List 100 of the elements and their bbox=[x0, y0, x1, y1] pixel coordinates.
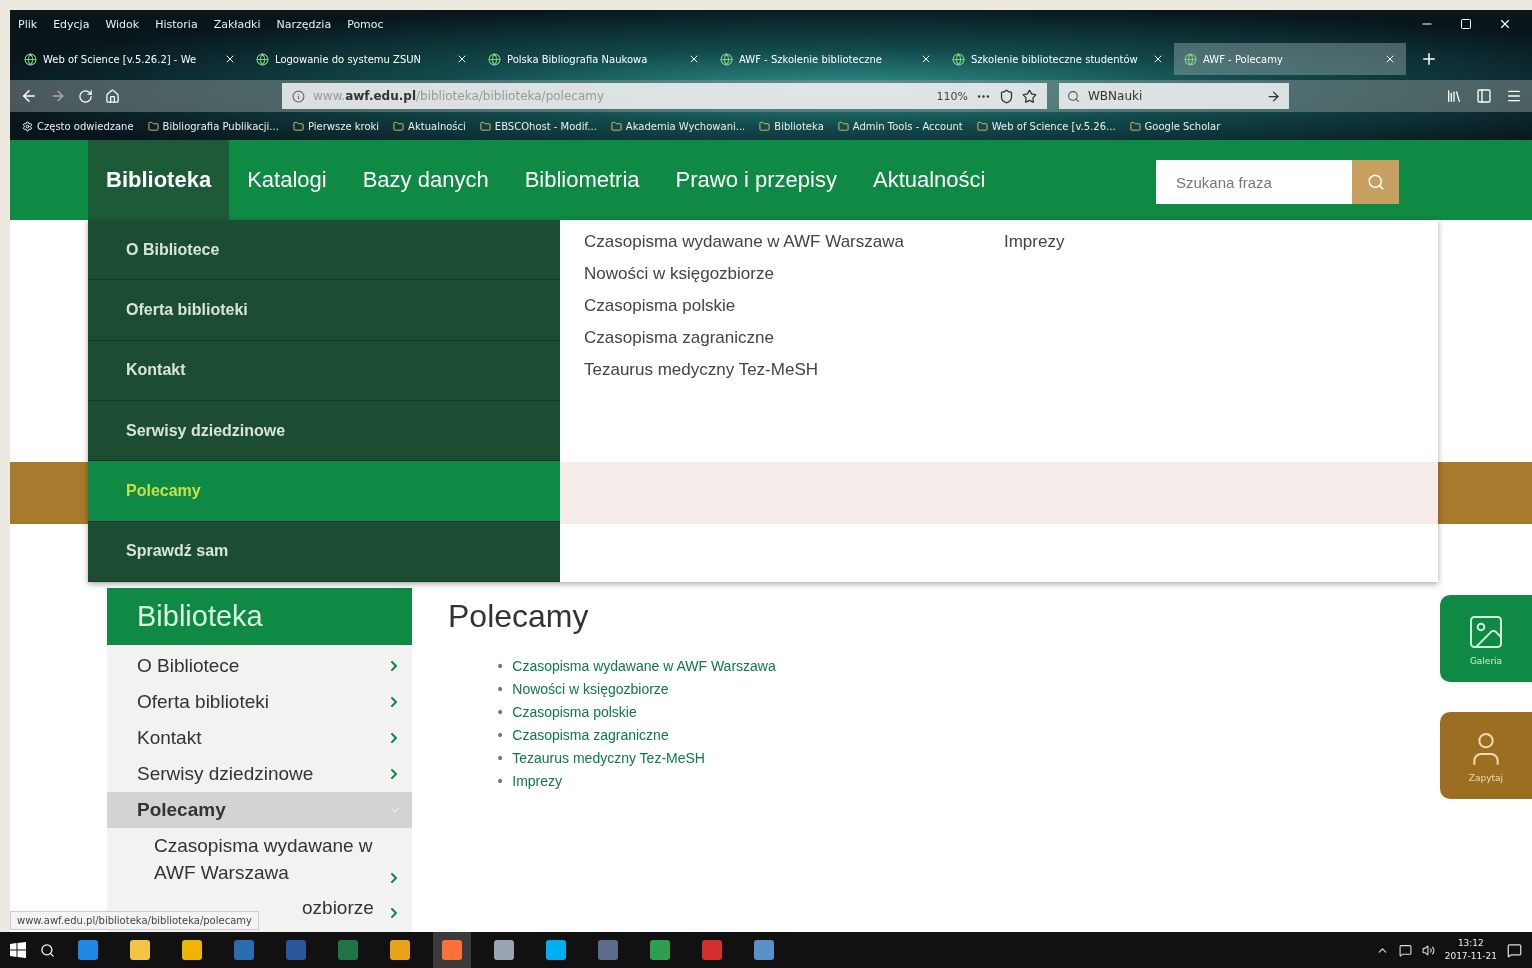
home-icon[interactable] bbox=[105, 88, 120, 104]
shield-icon[interactable] bbox=[999, 88, 1014, 104]
close-icon[interactable] bbox=[920, 53, 932, 65]
browser-tab[interactable]: Web of Science [v.5.26.2] - We bbox=[14, 43, 246, 75]
close-icon[interactable] bbox=[1498, 17, 1512, 31]
bookmark[interactable]: Pierwsze kroki bbox=[292, 120, 380, 132]
notification-icon[interactable] bbox=[1507, 942, 1522, 958]
link[interactable]: Czasopisma wydawane w AWF Warszawa bbox=[512, 655, 776, 678]
menu-item[interactable]: Serwisy dziedzinowe bbox=[88, 401, 560, 462]
menu-item[interactable]: Sprawdź sam bbox=[88, 521, 560, 582]
menu-link[interactable]: Czasopisma zagraniczne bbox=[584, 328, 904, 348]
menu-item[interactable]: Zakładki bbox=[213, 17, 261, 31]
folder-icon bbox=[837, 120, 849, 132]
nav-link[interactable]: Bazy danych bbox=[344, 140, 507, 220]
nav-link[interactable]: Biblioteka bbox=[88, 140, 230, 220]
browser-tab[interactable]: Polska Bibliografia Naukowa bbox=[478, 43, 710, 75]
folder-icon bbox=[479, 120, 491, 132]
sidebar-item[interactable]: Polecamy bbox=[107, 792, 412, 828]
arrow-right-icon[interactable] bbox=[1266, 88, 1281, 104]
link[interactable]: Imprezy bbox=[512, 770, 563, 793]
menu-link[interactable]: Imprezy bbox=[1003, 232, 1065, 252]
menu-item[interactable]: Oferta biblioteki bbox=[88, 280, 560, 341]
globe-icon bbox=[720, 52, 733, 66]
globe-icon bbox=[256, 52, 269, 66]
folder-icon bbox=[976, 120, 988, 132]
search-icon[interactable] bbox=[40, 942, 55, 958]
close-icon[interactable] bbox=[688, 53, 700, 65]
nav-link[interactable]: Aktualności bbox=[854, 140, 1004, 220]
bookmark[interactable]: Akademia Wychowani... bbox=[610, 120, 746, 132]
menu-item[interactable]: Narzędzia bbox=[276, 17, 332, 31]
bookmark[interactable]: Google Scholar bbox=[1129, 120, 1221, 132]
menu-link[interactable]: Czasopisma polskie bbox=[584, 296, 904, 316]
bullet: • bbox=[496, 680, 505, 699]
link[interactable]: Nowości w księgozbiorze bbox=[512, 678, 669, 701]
folder-icon bbox=[759, 120, 771, 132]
ask-button[interactable]: Zapytaj bbox=[1440, 712, 1532, 799]
menu-item[interactable]: Kontakt bbox=[88, 340, 560, 401]
forward-icon[interactable] bbox=[50, 88, 66, 104]
link[interactable]: Czasopisma polskie bbox=[512, 701, 637, 724]
menu-item[interactable]: Historia bbox=[155, 17, 198, 31]
search-field[interactable]: Szukana fraza bbox=[1156, 160, 1352, 204]
page-title: Polecamy bbox=[448, 598, 590, 635]
search-field[interactable]: WBNauki bbox=[1059, 83, 1289, 109]
sidebar-item[interactable]: O Bibliotece bbox=[107, 648, 412, 684]
restore-icon[interactable] bbox=[1460, 18, 1472, 30]
sidebar-subitem[interactable]: ozbiorze bbox=[302, 894, 374, 921]
sidebar-subitem[interactable]: Czasopisma wydawane w AWF Warszawa bbox=[154, 832, 384, 886]
menu-item[interactable]: Edycja bbox=[53, 17, 90, 31]
gallery-button[interactable]: Galeria bbox=[1440, 595, 1532, 682]
new-tab-icon[interactable] bbox=[1420, 50, 1438, 68]
globe-icon bbox=[488, 52, 501, 66]
browser-tab[interactable]: Szkolenie biblioteczne studentów bbox=[942, 43, 1174, 75]
browser-tab[interactable]: AWF - Szkolenie biblioteczne bbox=[710, 43, 942, 75]
sidebar-item[interactable]: Kontakt bbox=[107, 720, 412, 756]
bookmark[interactable]: Aktualności bbox=[393, 120, 466, 132]
back-icon[interactable] bbox=[20, 87, 38, 105]
bookmark[interactable]: Admin Tools - Account bbox=[837, 120, 963, 132]
bullet: • bbox=[496, 772, 505, 791]
bookmark[interactable]: Web of Science [v.5.26... bbox=[976, 120, 1116, 132]
star-icon[interactable] bbox=[1022, 88, 1037, 104]
search-icon bbox=[1067, 89, 1080, 103]
menu-item[interactable]: Pomoc bbox=[347, 17, 384, 31]
menu-icon[interactable] bbox=[1506, 88, 1522, 104]
close-icon[interactable] bbox=[1384, 53, 1396, 65]
folder-icon bbox=[1129, 120, 1141, 132]
menu-item[interactable]: O Bibliotece bbox=[88, 220, 560, 281]
zoom-level[interactable]: 110% bbox=[936, 89, 968, 103]
close-icon[interactable] bbox=[456, 53, 468, 65]
windows-icon[interactable] bbox=[10, 942, 26, 958]
sidebar-icon[interactable] bbox=[1476, 88, 1492, 104]
nav-link[interactable]: Katalogi bbox=[229, 140, 345, 220]
menu-item[interactable]: Widok bbox=[105, 17, 140, 31]
folder-icon bbox=[393, 120, 405, 132]
reload-icon[interactable] bbox=[78, 88, 93, 104]
sidebar-item[interactable]: Serwisy dziedzinowe bbox=[107, 756, 412, 792]
close-icon[interactable] bbox=[1152, 53, 1164, 65]
bookmark[interactable]: Biblioteka bbox=[759, 120, 824, 132]
link[interactable]: Tezaurus medyczny Tez-MeSH bbox=[512, 747, 705, 770]
clock[interactable]: 13:12 2017-11-21 bbox=[1444, 937, 1497, 963]
address-bar[interactable]: www.awf.edu.pl/biblioteka/biblioteka/polecamy 110% bbox=[282, 83, 1047, 109]
folder-icon bbox=[610, 120, 622, 132]
bookmark[interactable]: Często odwiedzane bbox=[22, 120, 134, 132]
bookmark[interactable]: Bibliografia Publikacji... bbox=[147, 120, 279, 132]
library-icon[interactable] bbox=[1446, 88, 1462, 104]
browser-tab[interactable]: Logowanie do systemu ZSUN bbox=[246, 43, 478, 75]
bullet: • bbox=[496, 749, 505, 768]
nav-link[interactable]: Bibliometria bbox=[506, 140, 658, 220]
menu-link[interactable]: Czasopisma wydawane w AWF Warszawa bbox=[584, 232, 904, 252]
bookmark[interactable]: EBSCOhost - Modif... bbox=[479, 120, 597, 132]
menu-link[interactable]: Nowości w księgozbiorze bbox=[584, 264, 904, 284]
browser-tab[interactable]: AWF - Polecamy bbox=[1174, 43, 1406, 75]
link[interactable]: Czasopisma zagraniczne bbox=[512, 724, 669, 747]
globe-icon bbox=[1184, 52, 1197, 66]
menu-link[interactable]: Tezaurus medyczny Tez-MeSH bbox=[584, 360, 904, 380]
nav-link[interactable]: Prawo i przepisy bbox=[657, 140, 855, 220]
sidebar-item[interactable]: Oferta biblioteki bbox=[107, 684, 412, 720]
menu-item[interactable]: Plik bbox=[18, 17, 38, 31]
volume-icon[interactable] bbox=[1421, 943, 1435, 957]
folder-icon bbox=[147, 120, 159, 132]
close-icon[interactable] bbox=[224, 53, 236, 65]
